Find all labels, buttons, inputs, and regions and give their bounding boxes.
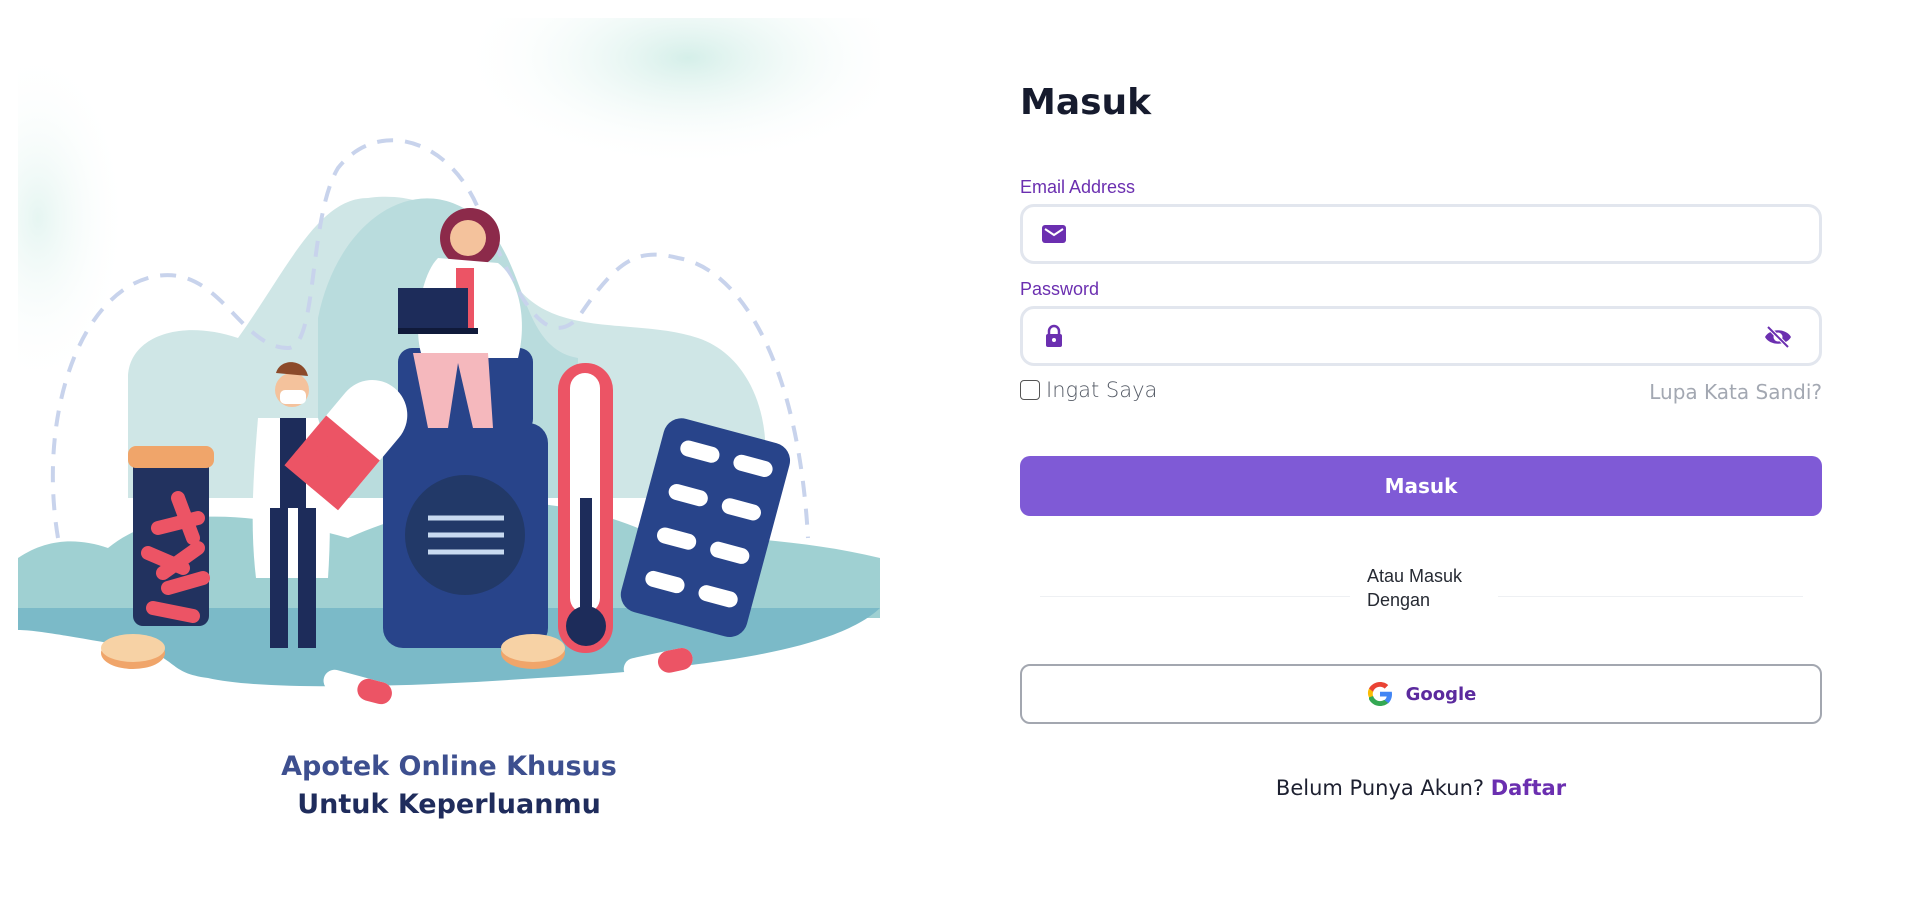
- login-button[interactable]: Masuk: [1020, 456, 1822, 516]
- signup-prompt: Belum Punya Akun? Daftar: [1020, 776, 1822, 800]
- hero-tagline: Apotek Online Khusus Untuk Keperluanmu: [18, 748, 880, 824]
- eye-off-icon[interactable]: [1763, 324, 1793, 350]
- tagline-line-2: Untuk Keperluanmu: [297, 789, 601, 820]
- email-field-wrapper: [1020, 204, 1822, 264]
- signup-link[interactable]: Daftar: [1491, 776, 1566, 800]
- mail-icon: [1042, 225, 1066, 243]
- hero-panel: Apotek Online Khusus Untuk Keperluanmu: [18, 18, 880, 894]
- password-field-wrapper: [1020, 306, 1822, 366]
- forgot-password-link[interactable]: Lupa Kata Sandi?: [1649, 380, 1822, 404]
- google-logo-icon: [1367, 682, 1392, 706]
- divider-text: Atau Masuk Dengan: [1367, 566, 1463, 610]
- email-input[interactable]: [1087, 207, 1749, 261]
- login-form: Masuk Email Address Password Ingat Saya …: [1020, 78, 1822, 800]
- tagline-line-1: Apotek Online Khusus: [281, 751, 617, 782]
- lock-icon: [1046, 324, 1062, 347]
- remember-label: Ingat Saya: [1046, 378, 1158, 402]
- page-title: Masuk: [1020, 82, 1152, 123]
- pharmacy-illustration: [18, 18, 880, 705]
- login-options: Ingat Saya Lupa Kata Sandi?: [1020, 376, 1822, 404]
- password-label: Password: [1020, 279, 1100, 299]
- signup-prompt-text: Belum Punya Akun?: [1275, 776, 1485, 800]
- password-input[interactable]: [1087, 309, 1749, 363]
- email-label: Email Address: [1020, 177, 1136, 197]
- divider-line-right: [1498, 596, 1803, 597]
- divider: Atau Masuk Dengan: [1020, 564, 1822, 616]
- google-login-button[interactable]: Google: [1020, 664, 1822, 724]
- divider-line-left: [1040, 596, 1350, 597]
- google-button-label: Google: [1405, 683, 1477, 705]
- remember-me[interactable]: Ingat Saya: [1020, 378, 1157, 402]
- remember-checkbox[interactable]: [1020, 380, 1040, 400]
